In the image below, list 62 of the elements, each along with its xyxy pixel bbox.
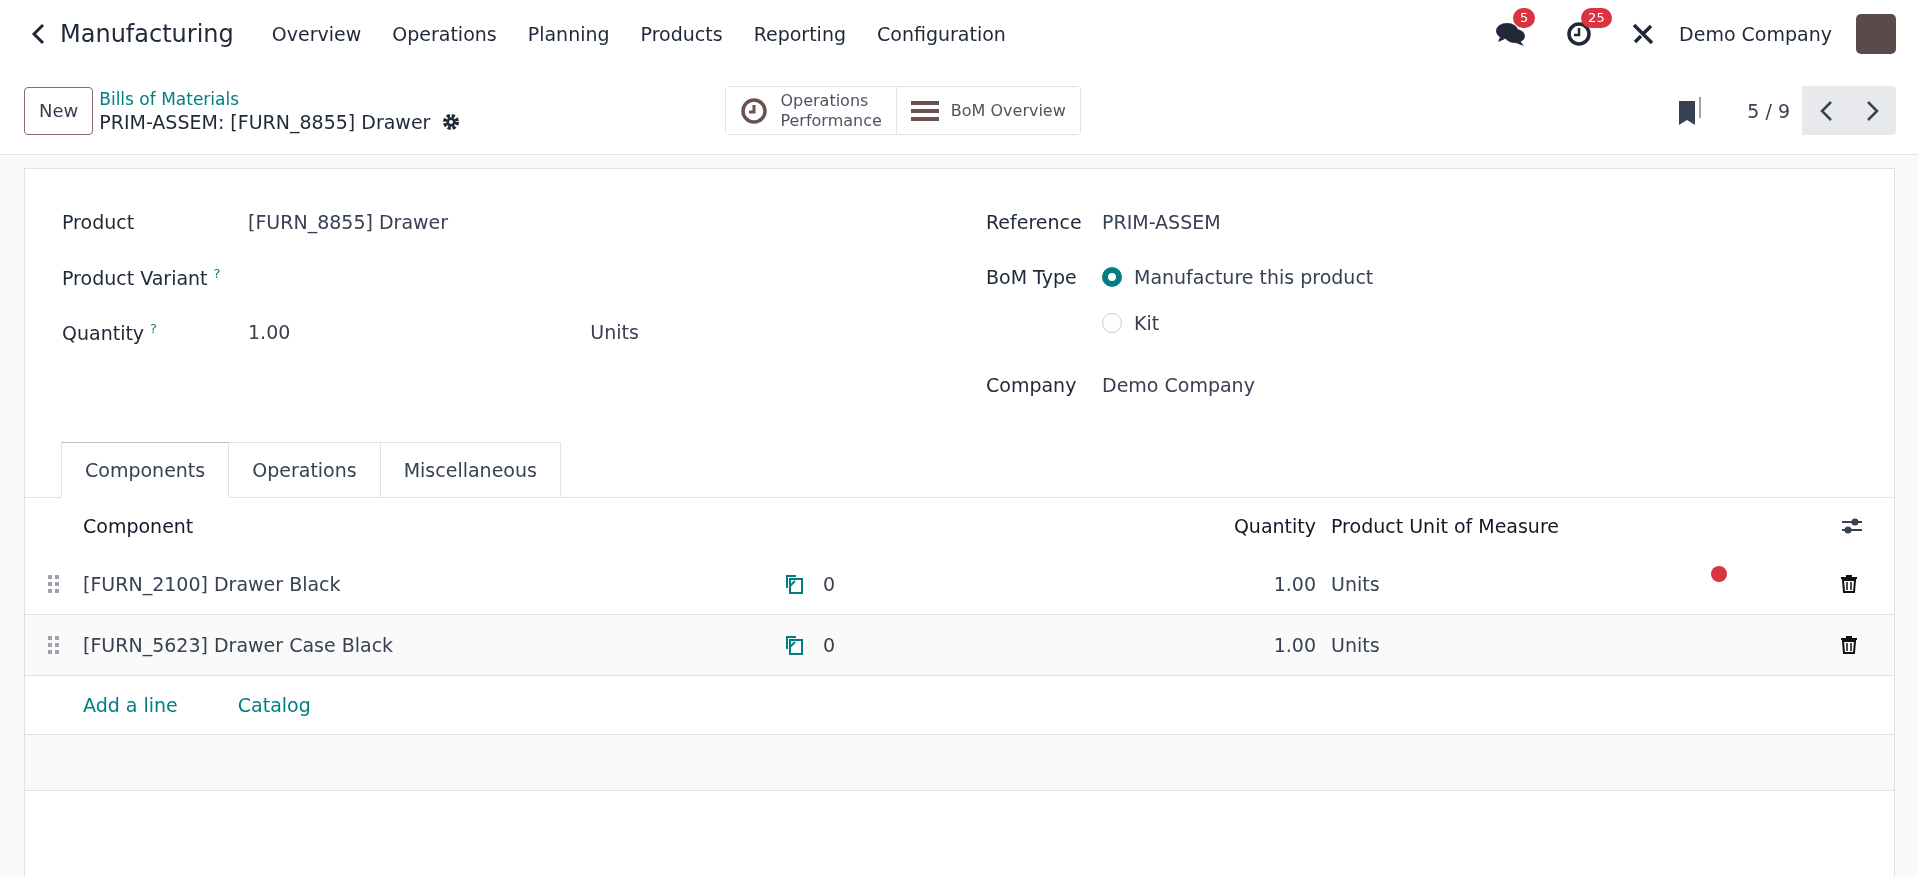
tab[interactable]: Miscellaneous	[380, 442, 561, 497]
company-name[interactable]: Demo Company	[1679, 22, 1832, 45]
message-count-badge: 5	[1513, 7, 1536, 28]
list-icon	[910, 98, 939, 123]
trash-icon[interactable]	[1841, 636, 1857, 654]
next-button[interactable]	[1849, 86, 1896, 135]
menu-item[interactable]: Configuration	[877, 22, 1006, 45]
menu-item[interactable]: Products	[640, 22, 723, 45]
table-cell: 0	[823, 573, 836, 595]
tab[interactable]: Components	[61, 442, 230, 498]
menu-item[interactable]: Operations	[392, 22, 497, 45]
table-cell: [FURN_5623] Drawer Case Black	[83, 634, 394, 656]
app-title[interactable]: Manufacturing	[60, 19, 234, 48]
pager-value: 5 / 9	[1747, 99, 1790, 122]
table-cell-text: Units	[1330, 573, 1380, 595]
smart-button[interactable]: Operations Performance	[726, 87, 897, 134]
menu-item[interactable]: Overview	[271, 22, 362, 45]
field-value: [FURN_8855] Drawer	[248, 211, 449, 233]
menu-item[interactable]: Reporting	[753, 22, 846, 45]
breadcrumb-link[interactable]: Bills of Materials	[99, 88, 461, 109]
field-value: Demo Company	[1102, 374, 1255, 396]
field-value: 1.00	[248, 321, 291, 343]
copy-icon[interactable]	[783, 573, 805, 595]
avatar-placeholder[interactable]	[1856, 13, 1896, 54]
radio-option[interactable]: Manufacture this product	[1102, 266, 1374, 288]
radio-button[interactable]	[1102, 267, 1122, 287]
chevron-right-icon	[1865, 99, 1880, 122]
bookmark-icon[interactable]	[1679, 96, 1702, 125]
tab[interactable]: Operations	[229, 442, 381, 497]
activity-count-badge: 25	[1581, 7, 1612, 28]
table-cell-text: Units	[1330, 634, 1380, 656]
column-header[interactable]: Product Unit of Measure	[1316, 515, 1841, 537]
drag-handle-icon[interactable]	[48, 575, 60, 593]
radio-option[interactable]: Kit	[1102, 312, 1374, 334]
action-link[interactable]: Add a line	[83, 694, 178, 716]
clock-icon	[740, 96, 769, 125]
record-title: PRIM-ASSEM: [FURN_8855] Drawer	[99, 110, 431, 133]
column-header[interactable]: Component	[83, 515, 1196, 537]
field-label: Product	[62, 211, 136, 233]
field-label: BoM Type	[986, 266, 1078, 288]
clock-icon[interactable]	[1566, 20, 1593, 47]
table-cell-text: 1.00	[1272, 573, 1316, 595]
drag-handle-icon[interactable]	[48, 636, 60, 654]
column-settings-icon[interactable]	[1841, 516, 1863, 536]
field-label: Quantity $^{?}$	[62, 321, 158, 345]
radio-button[interactable]	[1102, 313, 1122, 333]
field-label: Reference	[986, 211, 1083, 233]
action-link[interactable]: Catalog	[237, 694, 311, 716]
table-cell: [FURN_2100] Drawer Black	[83, 573, 341, 595]
menu-item[interactable]: Planning	[527, 22, 610, 45]
copy-icon[interactable]	[783, 634, 805, 656]
chevron-left-icon	[1818, 99, 1833, 122]
table-cell: 0	[823, 634, 836, 656]
previous-button[interactable]	[1802, 86, 1849, 135]
column-header[interactable]: Quantity	[1196, 515, 1316, 537]
field-label: Product Variant $^{?}$	[62, 266, 222, 290]
field-label: Company	[986, 374, 1078, 396]
field-value: Units	[590, 321, 639, 343]
trash-icon[interactable]	[1841, 575, 1857, 593]
new-button[interactable]: New	[24, 86, 94, 135]
table-cell-text: 1.00	[1272, 634, 1316, 656]
field-value: PRIM-ASSEM	[1102, 211, 1221, 233]
